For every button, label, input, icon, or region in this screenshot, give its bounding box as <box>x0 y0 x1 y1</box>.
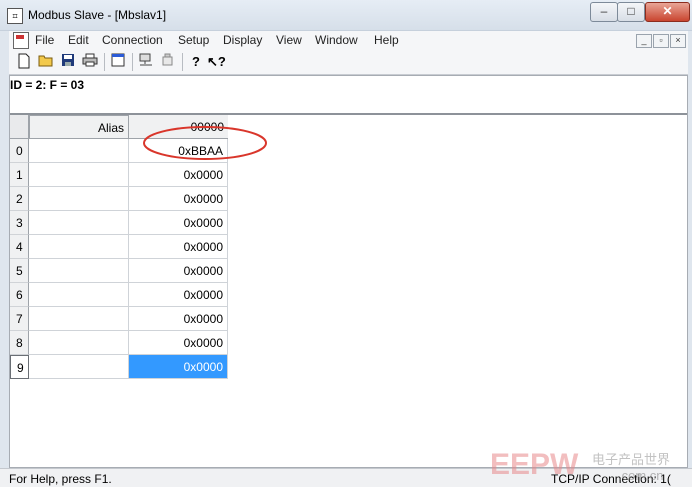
menu-edit[interactable]: Edit <box>68 33 89 47</box>
row-header[interactable]: 5 <box>10 259 29 283</box>
row-header[interactable]: 7 <box>10 307 29 331</box>
slave-id-label: ID = 2: F = 03 <box>10 78 85 92</box>
document-icon[interactable] <box>13 32 29 49</box>
alias-cell[interactable] <box>29 355 129 379</box>
eepw-watermark: EEPW 电子产品世界 .com.cn <box>490 448 670 482</box>
toolbar-separator <box>132 53 133 71</box>
alias-cell[interactable] <box>29 307 129 331</box>
register-value-cell[interactable]: 0x0000 <box>129 211 228 235</box>
menu-connection[interactable]: Connection <box>102 33 163 47</box>
disconnect-icon[interactable] <box>159 53 177 71</box>
register-value-cell[interactable]: 0x0000 <box>129 259 228 283</box>
row-header[interactable]: 3 <box>10 211 29 235</box>
status-help-text: For Help, press F1. <box>9 472 112 486</box>
toolbar-separator <box>104 53 105 71</box>
menu-file[interactable]: File <box>35 33 54 47</box>
window-icon[interactable] <box>109 53 127 71</box>
document-window: ID = 2: F = 03 Alias 00000 0 0xBBAA 1 0x000… <box>9 75 688 468</box>
menu-setup[interactable]: Setup <box>178 33 209 47</box>
mdi-restore-button[interactable]: ▫ <box>653 34 669 48</box>
alias-cell[interactable] <box>29 211 129 235</box>
alias-cell[interactable] <box>29 331 129 355</box>
alias-cell[interactable] <box>29 139 129 163</box>
alias-cell[interactable] <box>29 187 129 211</box>
open-icon[interactable] <box>37 53 55 71</box>
register-value-cell[interactable]: 0x0000 <box>129 283 228 307</box>
menu-help[interactable]: Help <box>374 33 399 47</box>
window-title: Modbus Slave - [Mbslav1] <box>28 8 167 22</box>
mdi-minimize-button[interactable]: _ <box>636 34 652 48</box>
register-value-cell[interactable]: 0x0000 <box>129 187 228 211</box>
menu-view[interactable]: View <box>276 33 302 47</box>
menu-window[interactable]: Window <box>315 33 358 47</box>
grid-corner <box>10 115 29 139</box>
connect-icon[interactable] <box>137 53 155 71</box>
row-header[interactable]: 0 <box>10 139 29 163</box>
alias-column-header[interactable]: Alias <box>29 115 129 139</box>
toolbar: ? ↖? <box>9 50 688 75</box>
alias-cell[interactable] <box>29 235 129 259</box>
maximize-button[interactable]: □ <box>617 2 645 22</box>
help-icon[interactable]: ? <box>187 53 205 71</box>
register-value-cell[interactable]: 0x0000 <box>129 307 228 331</box>
app-icon[interactable]: ⌗ <box>7 8 23 24</box>
row-header[interactable]: 1 <box>10 163 29 187</box>
register-value-cell[interactable]: 0x0000 <box>129 163 228 187</box>
alias-cell[interactable] <box>29 163 129 187</box>
watermark-text: EEPW <box>490 448 579 481</box>
alias-cell[interactable] <box>29 259 129 283</box>
register-value-cell[interactable]: 0x0000 <box>129 331 228 355</box>
row-header[interactable]: 2 <box>10 187 29 211</box>
print-icon[interactable] <box>81 53 99 71</box>
row-header[interactable]: 4 <box>10 235 29 259</box>
close-button[interactable]: ✕ <box>645 2 690 22</box>
menu-display[interactable]: Display <box>223 33 262 47</box>
context-help-icon[interactable]: ↖? <box>207 53 226 71</box>
toolbar-separator <box>182 53 183 71</box>
title-bar: ⌗ Modbus Slave - [Mbslav1] ‒ □ ✕ <box>0 0 692 31</box>
new-icon[interactable] <box>15 53 33 71</box>
save-icon[interactable] <box>59 53 77 71</box>
menu-bar: File Edit Connection Setup Display View … <box>9 31 688 51</box>
row-header[interactable]: 8 <box>10 331 29 355</box>
annotation-ellipse <box>143 126 267 160</box>
watermark-cn: 电子产品世界 <box>592 453 670 468</box>
register-value-cell[interactable]: 0x0000 <box>129 235 228 259</box>
alias-cell[interactable] <box>29 283 129 307</box>
row-header[interactable]: 9 <box>10 355 29 379</box>
watermark-domain: .com.cn <box>618 468 664 482</box>
row-header[interactable]: 6 <box>10 283 29 307</box>
mdi-close-button[interactable]: × <box>670 34 686 48</box>
minimize-button[interactable]: ‒ <box>590 2 618 22</box>
register-value-cell[interactable]: 0x0000 <box>129 355 228 379</box>
